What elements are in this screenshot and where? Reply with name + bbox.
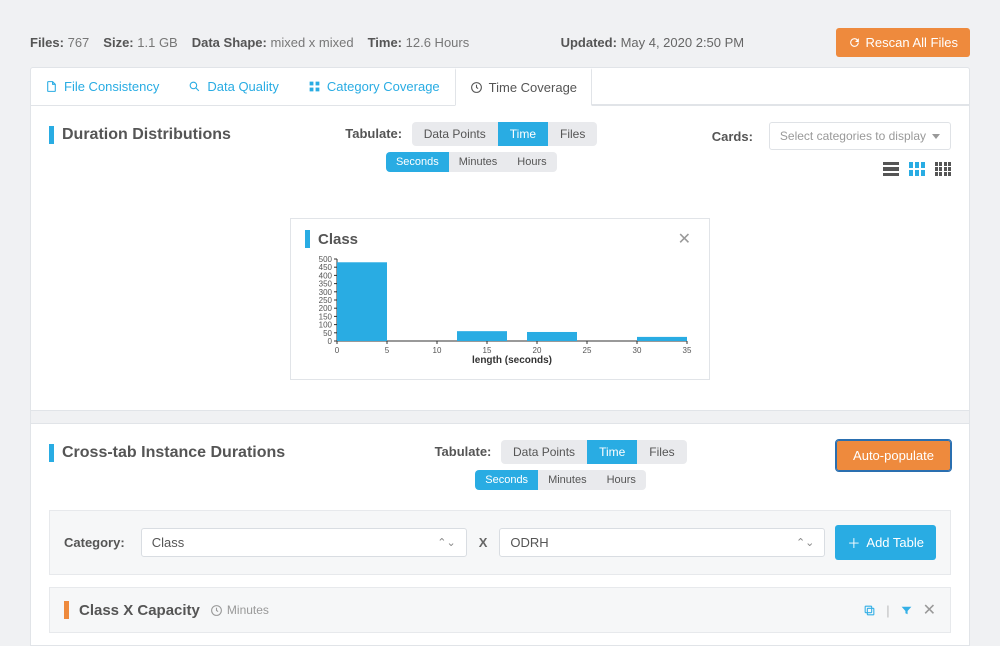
subcard-title: Class X Capacity (79, 602, 200, 619)
layout-toggle (883, 162, 951, 176)
chart-plot: 050100150200250300350400450500 0 5 10 15 20 25… (305, 255, 695, 365)
crosstab-time[interactable]: Time (587, 440, 637, 464)
svg-text:450: 450 (319, 263, 333, 272)
tabulate-group-2: Seconds Minutes Hours (386, 152, 557, 172)
duration-title: Duration Distributions (49, 126, 231, 144)
filter-icon[interactable] (900, 604, 913, 617)
crosstab-hours[interactable]: Hours (597, 470, 646, 490)
tabulate-label: Tabulate: (345, 126, 402, 141)
cards-select[interactable]: Select categories to display (769, 122, 951, 150)
svg-text:200: 200 (319, 304, 333, 313)
size-kv: Size: 1.1 GB (103, 35, 177, 50)
rescan-button[interactable]: Rescan All Files (836, 28, 970, 57)
category-label: Category: (64, 535, 125, 550)
duration-section: Duration Distributions Tabulate: Data Po… (31, 106, 969, 410)
svg-text:20: 20 (533, 346, 542, 355)
svg-text:250: 250 (319, 296, 333, 305)
view-list-icon[interactable] (883, 162, 899, 176)
crosstab-subcard: Class X Capacity Minutes | ✕ (49, 587, 951, 633)
summary-left: Files: 767 Size: 1.1 GB Data Shape: mixe… (30, 35, 469, 50)
svg-text:15: 15 (483, 346, 492, 355)
svg-text:35: 35 (683, 346, 692, 355)
x-separator: X (477, 535, 490, 550)
auto-populate-button[interactable]: Auto-populate (836, 440, 951, 471)
svg-text:0: 0 (335, 346, 340, 355)
time-kv: Time: 12.6 Hours (368, 35, 470, 50)
view-grid-small-icon[interactable] (935, 162, 951, 176)
tabulate-files[interactable]: Files (548, 122, 597, 146)
grid-icon (308, 80, 321, 93)
svg-text:10: 10 (433, 346, 442, 355)
cards-label: Cards: (712, 129, 753, 144)
svg-text:400: 400 (319, 271, 333, 280)
separator: | (886, 603, 889, 618)
clock-icon (470, 81, 483, 94)
svg-text:length (seconds): length (seconds) (472, 355, 552, 365)
shape-kv: Data Shape: mixed x mixed (192, 35, 354, 50)
unit-minutes[interactable]: Minutes (449, 152, 508, 172)
crosstab-controls: Tabulate: Data Points Time Files Seconds… (435, 440, 687, 496)
unit-hours[interactable]: Hours (507, 152, 556, 172)
close-icon[interactable]: ✕ (674, 229, 695, 249)
tab-file-consistency[interactable]: File Consistency (31, 68, 174, 105)
refresh-icon (848, 36, 861, 49)
crosstab-title: Cross-tab Instance Durations (49, 444, 285, 462)
category-row: Category: Class⌃⌄ X ODRH⌃⌄ ＋Add Table (49, 510, 951, 575)
view-grid-medium-icon[interactable] (909, 162, 925, 176)
files-kv: Files: 767 (30, 35, 89, 50)
svg-text:25: 25 (583, 346, 592, 355)
close-icon[interactable]: ✕ (923, 600, 936, 620)
svg-text:350: 350 (319, 280, 333, 289)
crosstab-section: Cross-tab Instance Durations Tabulate: D… (31, 424, 969, 645)
section-divider (31, 410, 969, 424)
plus-icon: ＋ (847, 533, 860, 552)
summary-bar: Files: 767 Size: 1.1 GB Data Shape: mixe… (30, 28, 970, 57)
accent-bar (49, 444, 54, 462)
tab-time-coverage[interactable]: Time Coverage (455, 68, 592, 106)
units-indicator: Minutes (210, 603, 269, 617)
svg-text:300: 300 (319, 288, 333, 297)
clock-icon (210, 604, 223, 617)
crosstab-seconds[interactable]: Seconds (475, 470, 538, 490)
svg-text:50: 50 (323, 329, 332, 338)
duration-controls: Tabulate: Data Points Time Files Seconds… (345, 122, 597, 178)
category-select-1[interactable]: Class⌃⌄ (141, 528, 467, 557)
chart-title: Class (305, 230, 358, 248)
add-table-button[interactable]: ＋Add Table (835, 525, 936, 560)
caret-down-icon (932, 134, 940, 139)
crosstab-files[interactable]: Files (637, 440, 686, 464)
tabulate-time[interactable]: Time (498, 122, 548, 146)
tab-data-quality[interactable]: Data Quality (174, 68, 294, 105)
chart-card-class: Class ✕ 05010015020025030035040045050005… (290, 218, 710, 380)
crosstab-group-2: Seconds Minutes Hours (475, 470, 646, 490)
tabulate-datapoints[interactable]: Data Points (412, 122, 498, 146)
category-select-2[interactable]: ODRH⌃⌄ (499, 528, 825, 557)
accent-bar-orange (64, 601, 69, 619)
svg-text:5: 5 (385, 346, 390, 355)
file-icon (45, 80, 58, 93)
search-icon (188, 80, 201, 93)
updated-kv: Updated: May 4, 2020 2:50 PM (561, 35, 745, 50)
tab-category-coverage[interactable]: Category Coverage (294, 68, 455, 105)
svg-text:100: 100 (319, 321, 333, 330)
crosstab-minutes[interactable]: Minutes (538, 470, 597, 490)
crosstab-group-1: Data Points Time Files (501, 440, 687, 464)
accent-bar (49, 126, 54, 144)
svg-text:30: 30 (633, 346, 642, 355)
accent-bar (305, 230, 310, 248)
svg-text:500: 500 (319, 255, 333, 264)
tabulate-label: Tabulate: (435, 444, 492, 459)
svg-text:150: 150 (319, 312, 333, 321)
tabulate-group-1: Data Points Time Files (412, 122, 598, 146)
main-panel: Duration Distributions Tabulate: Data Po… (30, 106, 970, 646)
svg-text:0: 0 (328, 337, 333, 346)
unit-seconds[interactable]: Seconds (386, 152, 449, 172)
main-tabs: File Consistency Data Quality Category C… (30, 67, 970, 106)
crosstab-datapoints[interactable]: Data Points (501, 440, 587, 464)
copy-icon[interactable] (863, 604, 876, 617)
